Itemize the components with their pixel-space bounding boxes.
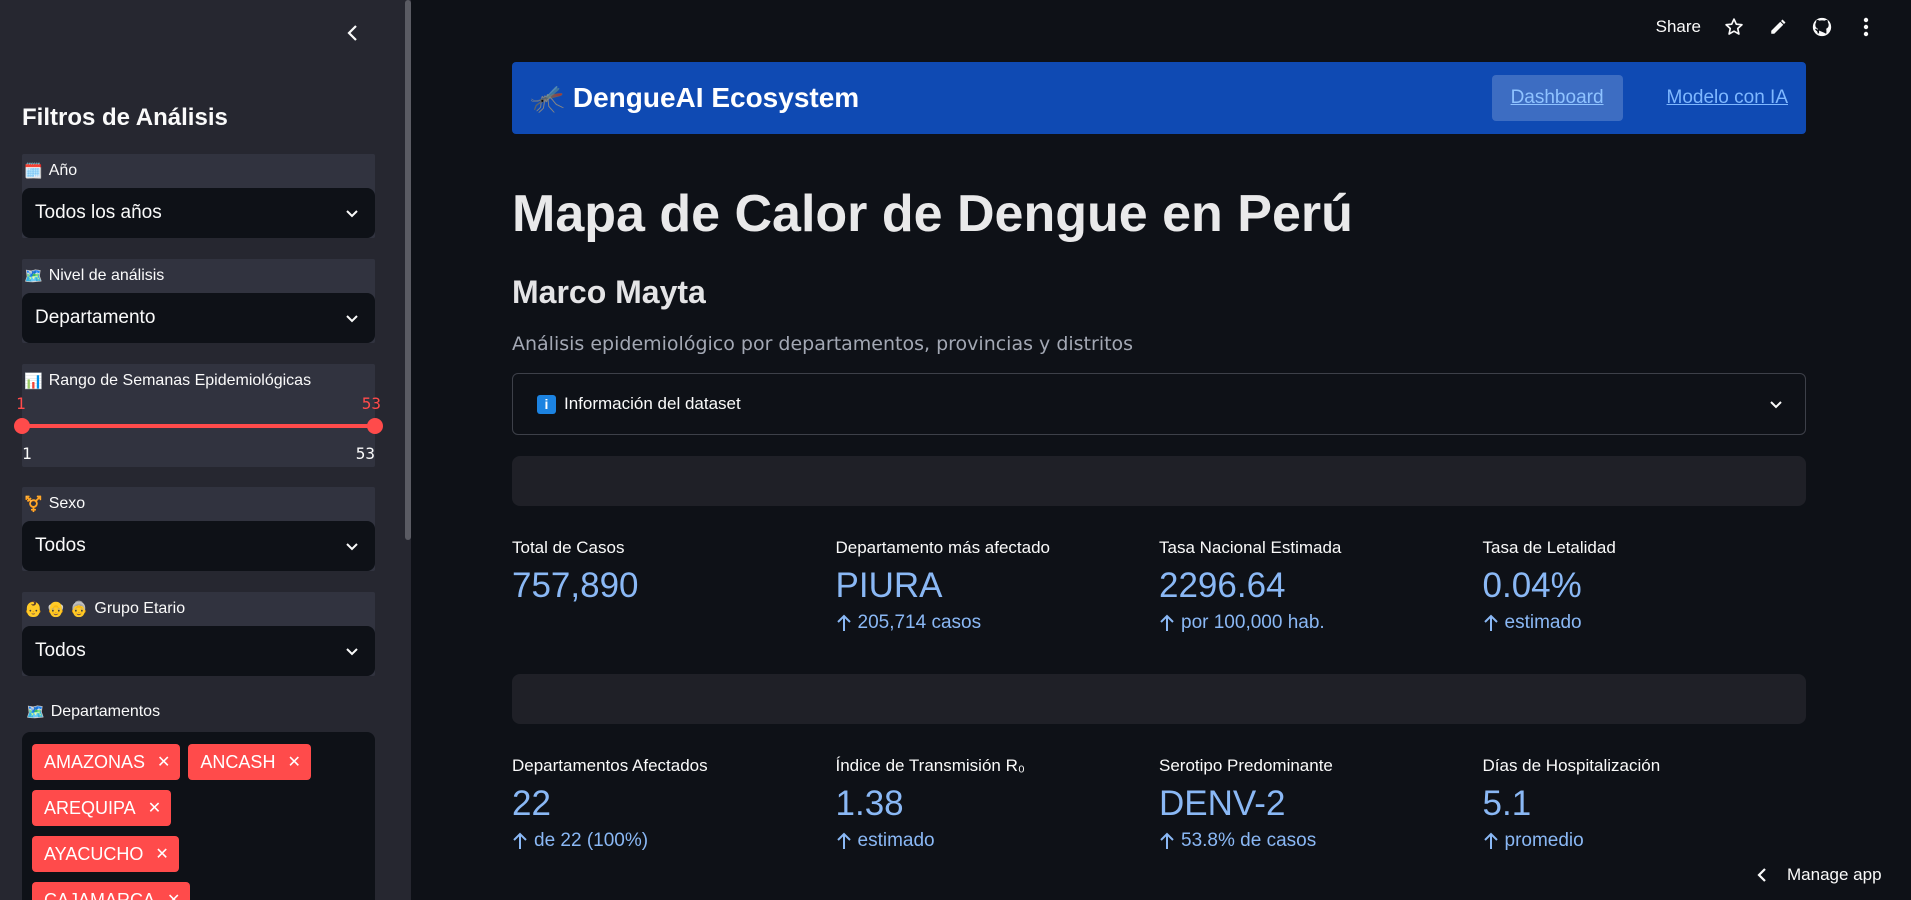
edit-button[interactable] — [1767, 16, 1789, 38]
more-vertical-icon — [1863, 17, 1869, 37]
github-button[interactable] — [1811, 16, 1833, 38]
arrow-up-icon — [836, 614, 851, 631]
calendar-icon: 🗓️ — [24, 163, 43, 180]
github-icon — [1812, 17, 1832, 37]
star-icon — [1725, 18, 1743, 35]
department-tag[interactable]: AMAZONAS ✕ — [32, 744, 181, 780]
departments-filter-label: 🗺️ Departamentos — [26, 703, 161, 721]
arrow-up-icon — [1160, 614, 1174, 631]
nav-link-dashboard[interactable]: Dashboard — [1491, 75, 1623, 121]
metric-transmission-index: Índice de Transmisión R₀ 1.38 estimado — [835, 756, 1025, 851]
age-filter: 👶 👴 👵 Grupo Etario Todos — [22, 592, 375, 676]
metric-top-department: Departamento más afectado PIURA 205,714 … — [835, 538, 1051, 633]
department-tag[interactable]: CAJAMARCA✕ — [32, 882, 191, 900]
sidebar: Filtros de Análisis 🗓️ Año Todos los año… — [0, 0, 411, 900]
remove-tag-icon[interactable]: ✕ — [287, 752, 300, 772]
slider-high-value: 53 — [361, 394, 381, 413]
page-subtitle: Análisis epidemiológico por departamento… — [512, 333, 1134, 355]
slider-low-thumb[interactable] — [14, 418, 30, 434]
chevron-down-icon — [346, 210, 358, 218]
arrow-up-icon — [1483, 614, 1498, 631]
remove-tag-icon[interactable]: ✕ — [148, 798, 161, 818]
chevron-left-icon — [347, 25, 357, 41]
slider-max-label: 53 — [355, 444, 375, 463]
sidebar-title: Filtros de Análisis — [22, 104, 228, 131]
remove-tag-icon[interactable]: ✕ — [155, 844, 168, 864]
year-select[interactable]: Todos los años — [22, 188, 375, 238]
metric-total-cases: Total de Casos 757,890 — [512, 538, 639, 605]
mosquito-icon: 🦟 — [530, 82, 565, 114]
year-filter: 🗓️ Año Todos los años — [22, 154, 375, 238]
metrics-row-2: Departamentos Afectados 22 de 22 (100%) … — [512, 756, 1806, 852]
arrow-up-icon — [1483, 832, 1498, 849]
section-divider-box — [512, 674, 1806, 724]
arrow-up-icon — [513, 832, 527, 849]
chevron-down-icon — [346, 315, 358, 323]
share-button[interactable]: Share — [1656, 17, 1701, 37]
page-title: Mapa de Calor de Dengue en Perú — [512, 185, 1353, 243]
arrow-up-icon — [1160, 832, 1174, 849]
remove-tag-icon[interactable]: ✕ — [167, 890, 180, 900]
gender-icon: ⚧️ — [24, 496, 43, 513]
arrow-up-icon — [836, 832, 851, 849]
metric-national-rate: Tasa Nacional Estimada 2296.64 por 100,0… — [1159, 538, 1342, 633]
age-filter-label: 👶 👴 👵 Grupo Etario — [24, 600, 186, 618]
level-select[interactable]: Departamento — [22, 293, 375, 343]
metric-serotype: Serotipo Predominante DENV-2 53.8% de ca… — [1159, 756, 1333, 851]
weeks-filter-label: 📊 Rango de Semanas Epidemiológicas — [24, 372, 312, 390]
department-tag[interactable]: ANCASH ✕ — [188, 744, 311, 780]
chevron-left-icon — [1757, 868, 1766, 882]
dataset-info-expander[interactable]: i Información del dataset — [512, 373, 1806, 435]
remove-tag-icon[interactable]: ✕ — [157, 752, 170, 772]
main-menu-button[interactable] — [1855, 16, 1877, 38]
map-icon: 🗺️ — [24, 268, 43, 285]
slider-low-value: 1 — [16, 394, 26, 413]
sex-filter: ⚧️ Sexo Todos — [22, 487, 375, 571]
level-filter-label: 🗺️ Nivel de análisis — [24, 267, 165, 285]
pencil-icon — [1771, 19, 1786, 34]
chevron-down-icon — [346, 543, 358, 551]
department-tag[interactable]: AREQUIPA ✕ — [32, 790, 172, 826]
level-filter: 🗺️ Nivel de análisis Departamento — [22, 259, 375, 343]
bar-chart-icon: 📊 — [24, 373, 43, 390]
age-select[interactable]: Todos — [22, 626, 375, 676]
sex-filter-label: ⚧️ Sexo — [24, 495, 86, 513]
brand-name: DengueAI Ecosystem — [572, 82, 860, 113]
collapse-sidebar-button[interactable] — [340, 20, 366, 46]
slider-track[interactable] — [22, 424, 375, 428]
map-icon: 🗺️ — [26, 704, 45, 721]
metrics-row-1: Total de Casos 757,890 Departamento más … — [512, 538, 1806, 634]
slider-high-thumb[interactable] — [367, 418, 383, 434]
app-toolbar: Share — [411, 0, 1911, 58]
sidebar-scrollbar[interactable] — [405, 0, 411, 540]
expander-label: Información del dataset — [564, 394, 741, 413]
star-button[interactable] — [1723, 16, 1745, 38]
main-content: 🦟 DengueAI Ecosystem Dashboard Modelo co… — [512, 62, 1806, 852]
nav-link-ai-model[interactable]: Modelo con IA — [1667, 87, 1788, 109]
metric-affected-departments: Departamentos Afectados 22 de 22 (100%) — [512, 756, 708, 851]
slider-min-label: 1 — [22, 444, 32, 463]
chevron-down-icon — [346, 648, 358, 656]
section-divider-box — [512, 456, 1806, 506]
chevron-down-icon — [1770, 401, 1782, 409]
department-tag[interactable]: AYACUCHO ✕ — [32, 836, 179, 872]
age-group-icon: 👶 👴 👵 — [24, 601, 89, 618]
info-icon: i — [537, 394, 556, 414]
manage-app-button[interactable]: Manage app — [1729, 850, 1911, 900]
year-filter-label: 🗓️ Año — [24, 162, 78, 180]
departments-multiselect[interactable]: AMAZONAS ✕ ANCASH ✕ AREQUIPA ✕ AYACUCHO ✕ CAJ… — [22, 732, 375, 900]
sex-select[interactable]: Todos — [22, 521, 375, 571]
metric-lethality: Tasa de Letalidad 0.04% estimado — [1482, 538, 1616, 633]
weeks-filter: 📊 Rango de Semanas Epidemiológicas 1 53 … — [14, 364, 383, 467]
metric-hospitalization-days: Días de Hospitalización 5.1 promedio — [1482, 756, 1661, 851]
brand[interactable]: 🦟 DengueAI Ecosystem — [530, 82, 859, 115]
navbar: 🦟 DengueAI Ecosystem Dashboard Modelo co… — [512, 62, 1806, 134]
author-heading: Marco Mayta — [512, 274, 706, 310]
